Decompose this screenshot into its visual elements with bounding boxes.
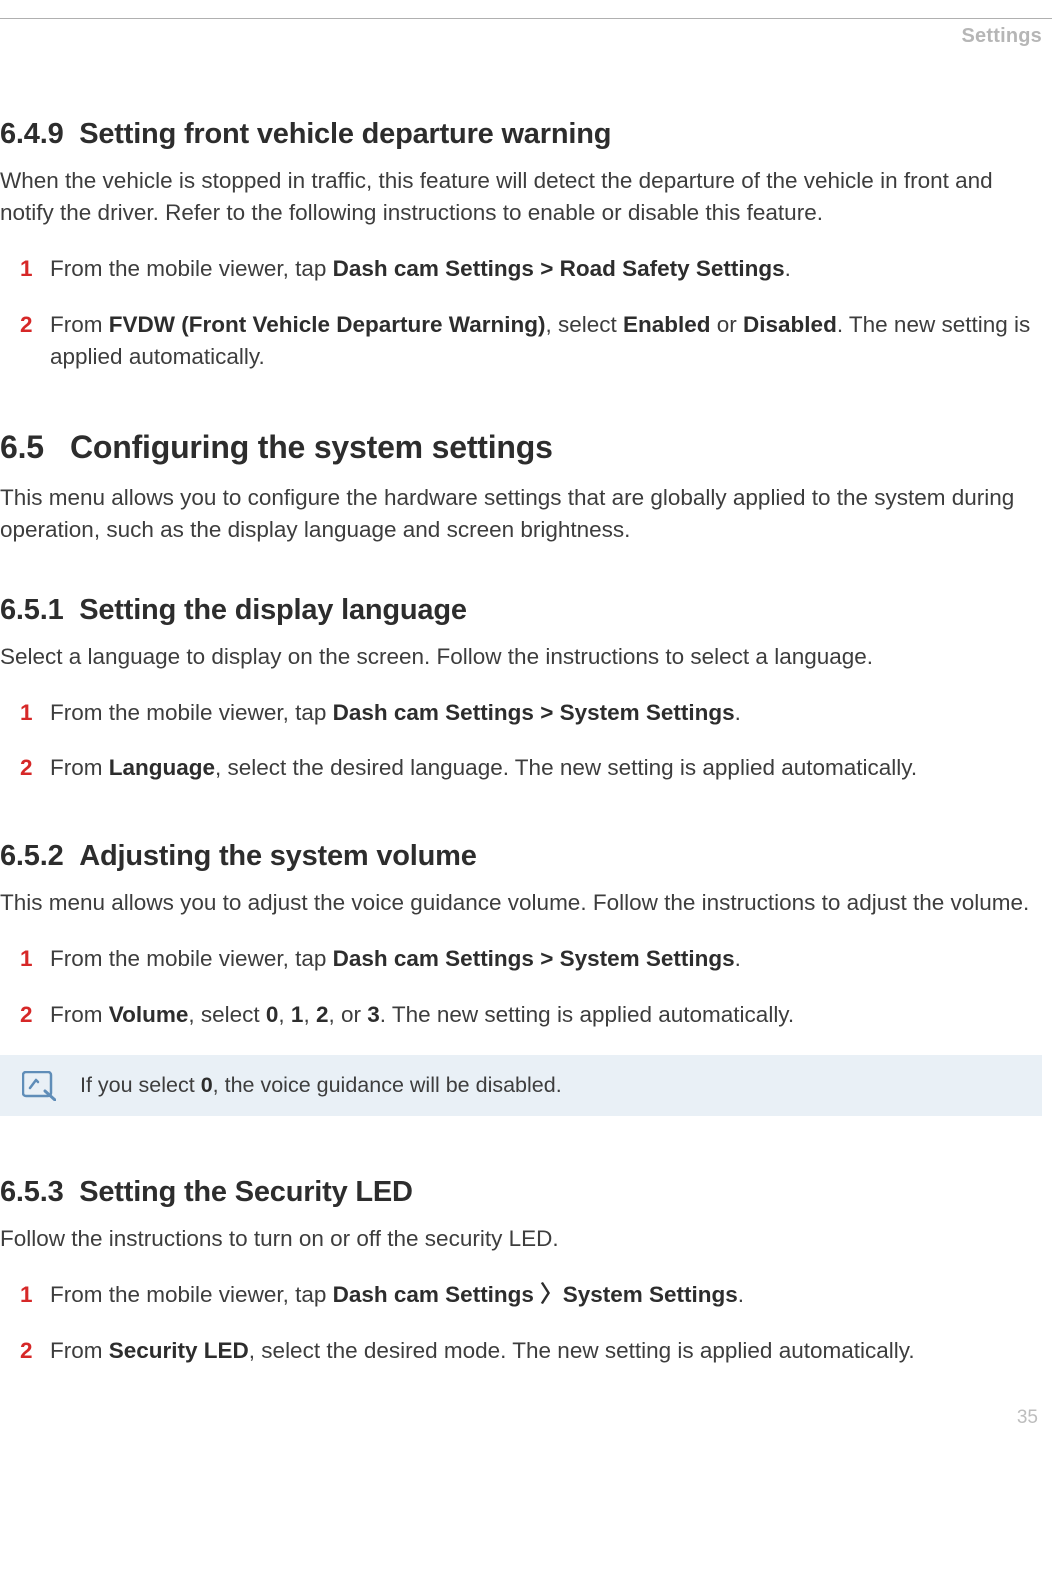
heading-652: 6.5.2 Adjusting the system volume bbox=[0, 840, 1042, 873]
step-item: 1 From the mobile viewer, tap Dash cam S… bbox=[20, 1279, 1042, 1311]
note-box: If you select 0, the voice guidance will… bbox=[0, 1055, 1042, 1116]
step-text: From Volume, select 0, 1, 2, or 3. The n… bbox=[50, 1002, 794, 1027]
step-item: 1 From the mobile viewer, tap Dash cam S… bbox=[20, 253, 1042, 285]
page-number: 35 bbox=[1017, 1407, 1038, 1429]
intro-652: This menu allows you to adjust the voice… bbox=[0, 887, 1042, 919]
heading-text: Adjusting the system volume bbox=[79, 840, 476, 872]
step-text: From the mobile viewer, tap Dash cam Set… bbox=[50, 700, 741, 725]
step-number: 2 bbox=[20, 309, 33, 341]
step-text: From FVDW (Front Vehicle Departure Warni… bbox=[50, 312, 1030, 369]
steps-649: 1 From the mobile viewer, tap Dash cam S… bbox=[20, 253, 1042, 373]
heading-text: Setting the Security LED bbox=[79, 1176, 413, 1208]
heading-number: 6.5.3 bbox=[0, 1176, 64, 1208]
heading-number: 6.5.1 bbox=[0, 594, 64, 626]
heading-text: Configuring the system settings bbox=[70, 429, 553, 465]
heading-649: 6.4.9 Setting front vehicle departure wa… bbox=[0, 118, 1042, 151]
steps-652: 1 From the mobile viewer, tap Dash cam S… bbox=[20, 943, 1042, 1031]
step-item: 2 From Language, select the desired lang… bbox=[20, 752, 1042, 784]
step-text: From Language, select the desired langua… bbox=[50, 755, 917, 780]
heading-653: 6.5.3 Setting the Security LED bbox=[0, 1176, 1042, 1209]
heading-number: 6.5.2 bbox=[0, 840, 64, 872]
step-number: 1 bbox=[20, 1279, 33, 1311]
step-text: From the mobile viewer, tap Dash cam Set… bbox=[50, 256, 791, 281]
note-text: If you select 0, the voice guidance will… bbox=[80, 1073, 562, 1098]
steps-651: 1 From the mobile viewer, tap Dash cam S… bbox=[20, 697, 1042, 785]
heading-number: 6.4.9 bbox=[0, 118, 64, 150]
heading-65: 6.5 Configuring the system settings bbox=[0, 429, 1042, 466]
step-item: 1 From the mobile viewer, tap Dash cam S… bbox=[20, 943, 1042, 975]
step-item: 1 From the mobile viewer, tap Dash cam S… bbox=[20, 697, 1042, 729]
intro-65: This menu allows you to configure the ha… bbox=[0, 482, 1042, 546]
step-number: 1 bbox=[20, 253, 33, 285]
step-item: 2 From FVDW (Front Vehicle Departure War… bbox=[20, 309, 1042, 373]
content: 6.4.9 Setting front vehicle departure wa… bbox=[0, 48, 1052, 1367]
footer: 35 bbox=[0, 1407, 1052, 1447]
step-text: From the mobile viewer, tap Dash cam Set… bbox=[50, 946, 741, 971]
heading-651: 6.5.1 Setting the display language bbox=[0, 594, 1042, 627]
step-text: From Security LED, select the desired mo… bbox=[50, 1338, 915, 1363]
heading-text: Setting the display language bbox=[79, 594, 467, 626]
heading-number: 6.5 bbox=[0, 429, 44, 465]
step-number: 1 bbox=[20, 943, 33, 975]
step-number: 2 bbox=[20, 999, 33, 1031]
intro-649: When the vehicle is stopped in traffic, … bbox=[0, 165, 1042, 229]
heading-text: Setting front vehicle departure warning bbox=[79, 118, 611, 150]
note-icon bbox=[22, 1071, 56, 1101]
intro-651: Select a language to display on the scre… bbox=[0, 641, 1042, 673]
page: Settings 6.4.9 Setting front vehicle dep… bbox=[0, 18, 1052, 1487]
header-category: Settings bbox=[0, 19, 1052, 48]
steps-653: 1 From the mobile viewer, tap Dash cam S… bbox=[20, 1279, 1042, 1367]
step-item: 2 From Security LED, select the desired … bbox=[20, 1335, 1042, 1367]
step-item: 2 From Volume, select 0, 1, 2, or 3. The… bbox=[20, 999, 1042, 1031]
step-number: 2 bbox=[20, 752, 33, 784]
step-number: 2 bbox=[20, 1335, 33, 1367]
step-number: 1 bbox=[20, 697, 33, 729]
intro-653: Follow the instructions to turn on or of… bbox=[0, 1223, 1042, 1255]
step-text: From the mobile viewer, tap Dash cam Set… bbox=[50, 1282, 744, 1307]
